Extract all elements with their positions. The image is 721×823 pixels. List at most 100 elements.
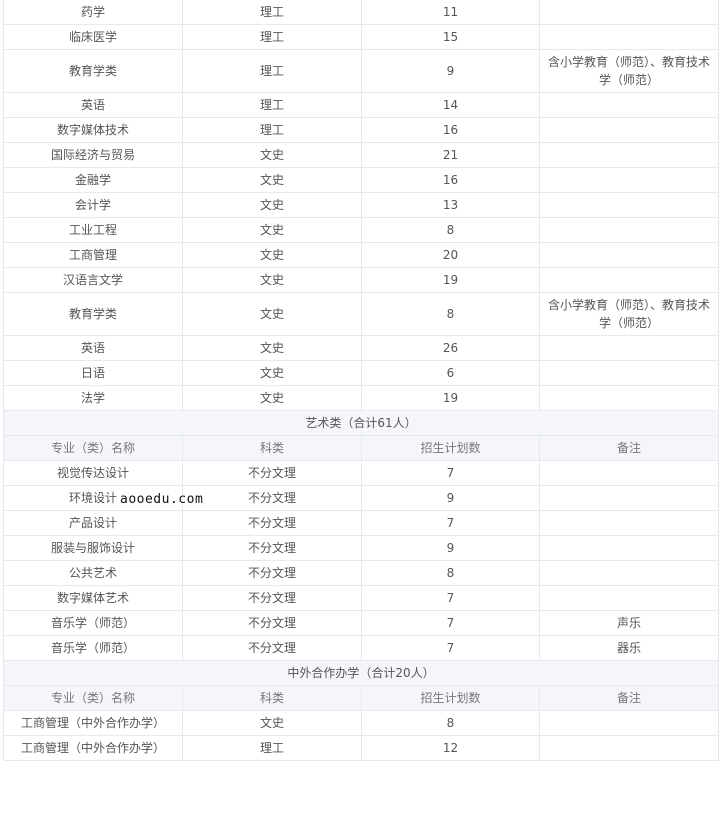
category-cell: 理工: [182, 92, 362, 118]
quota-cell: 12: [361, 735, 540, 761]
table-row: 音乐学（师范） 不分文理 7 声乐: [3, 610, 719, 636]
major-name-cell: 工商管理: [3, 242, 183, 268]
category-cell: 不分文理: [182, 485, 362, 511]
note-cell: 器乐: [539, 635, 719, 661]
category-cell: 文史: [182, 335, 362, 361]
category-cell: 不分文理: [182, 460, 362, 486]
table-row: 环境设计 不分文理 9: [3, 485, 719, 511]
column-header-note: 备注: [539, 435, 719, 461]
table-row: 会计学 文史 13: [3, 192, 719, 218]
quota-cell: 14: [361, 92, 540, 118]
quota-cell: 21: [361, 142, 540, 168]
table-row: 日语 文史 6: [3, 360, 719, 386]
note-cell: [539, 267, 719, 293]
category-cell: 不分文理: [182, 560, 362, 586]
note-cell: [539, 710, 719, 736]
category-cell: 文史: [182, 167, 362, 193]
quota-cell: 9: [361, 485, 540, 511]
table-row: 数字媒体技术 理工 16: [3, 117, 719, 143]
major-name-cell: 工业工程: [3, 217, 183, 243]
quota-cell: 13: [361, 192, 540, 218]
column-header-name: 专业（类）名称: [3, 435, 183, 461]
note-cell: [539, 735, 719, 761]
major-name-cell: 产品设计: [3, 510, 183, 536]
quota-cell: 9: [361, 49, 540, 93]
column-header-quota: 招生计划数: [361, 685, 540, 711]
category-cell: 文史: [182, 217, 362, 243]
category-cell: 文史: [182, 710, 362, 736]
note-cell: [539, 510, 719, 536]
table-row: 工商管理 文史 20: [3, 242, 719, 268]
category-cell: 理工: [182, 24, 362, 50]
column-header-category: 科类: [182, 435, 362, 461]
major-name-cell: 会计学: [3, 192, 183, 218]
table-row: 工业工程 文史 8: [3, 217, 719, 243]
quota-cell: 20: [361, 242, 540, 268]
note-cell: [539, 460, 719, 486]
coop-section-title: 中外合作办学（合计20人）: [3, 660, 719, 686]
quota-cell: 9: [361, 535, 540, 561]
major-name-cell: 日语: [3, 360, 183, 386]
table-row: 视觉传达设计 不分文理 7: [3, 460, 719, 486]
category-cell: 理工: [182, 0, 362, 25]
column-header-quota: 招生计划数: [361, 435, 540, 461]
major-name-cell: 英语: [3, 335, 183, 361]
column-header-row: 专业（类）名称 科类 招生计划数 备注: [3, 435, 719, 461]
major-name-cell: 英语: [3, 92, 183, 118]
category-cell: 文史: [182, 360, 362, 386]
major-name-cell: 临床医学: [3, 24, 183, 50]
table-row: 教育学类 理工 9 含小学教育（师范）、教育技术学（师范）: [3, 49, 719, 93]
section-title-row: 艺术类（合计61人）: [3, 410, 719, 436]
note-cell: [539, 142, 719, 168]
quota-cell: 8: [361, 560, 540, 586]
note-cell: [539, 167, 719, 193]
column-header-note: 备注: [539, 685, 719, 711]
note-cell: 含小学教育（师范）、教育技术学（师范）: [539, 49, 719, 93]
category-cell: 不分文理: [182, 510, 362, 536]
note-cell: [539, 192, 719, 218]
major-name-cell: 金融学: [3, 167, 183, 193]
watermark-text: aooedu.com: [120, 492, 204, 507]
major-name-cell: 工商管理（中外合作办学）: [3, 735, 183, 761]
major-name-cell: 公共艺术: [3, 560, 183, 586]
enrollment-plan-table: 药学 理工 11 临床医学 理工 15 教育学类 理工 9 含小学教育（师范）、…: [3, 0, 719, 761]
table-row: 音乐学（师范） 不分文理 7 器乐: [3, 635, 719, 661]
column-header-category: 科类: [182, 685, 362, 711]
quota-cell: 16: [361, 167, 540, 193]
category-cell: 不分文理: [182, 535, 362, 561]
note-cell: [539, 242, 719, 268]
note-cell: [539, 560, 719, 586]
major-name-cell: 服装与服饰设计: [3, 535, 183, 561]
table-row: 英语 文史 26: [3, 335, 719, 361]
note-cell: 声乐: [539, 610, 719, 636]
column-header-row: 专业（类）名称 科类 招生计划数 备注: [3, 685, 719, 711]
quota-cell: 8: [361, 710, 540, 736]
table-row: 产品设计 不分文理 7: [3, 510, 719, 536]
quota-cell: 8: [361, 292, 540, 336]
note-cell: [539, 92, 719, 118]
category-cell: 文史: [182, 142, 362, 168]
quota-cell: 8: [361, 217, 540, 243]
table-row: 法学 文史 19: [3, 385, 719, 411]
quota-cell: 7: [361, 510, 540, 536]
quota-cell: 26: [361, 335, 540, 361]
major-name-cell: 视觉传达设计: [3, 460, 183, 486]
table-row: 教育学类 文史 8 含小学教育（师范）、教育技术学（师范）: [3, 292, 719, 336]
note-cell: [539, 585, 719, 611]
note-cell: [539, 485, 719, 511]
category-cell: 理工: [182, 735, 362, 761]
quota-cell: 6: [361, 360, 540, 386]
major-name-cell: 数字媒体艺术: [3, 585, 183, 611]
table-row: 服装与服饰设计 不分文理 9: [3, 535, 719, 561]
table-row: 工商管理（中外合作办学） 理工 12: [3, 735, 719, 761]
note-cell: [539, 24, 719, 50]
quota-cell: 16: [361, 117, 540, 143]
major-name-cell: 音乐学（师范）: [3, 610, 183, 636]
major-name-cell: 数字媒体技术: [3, 117, 183, 143]
category-cell: 不分文理: [182, 585, 362, 611]
major-name-cell: 工商管理（中外合作办学）: [3, 710, 183, 736]
category-cell: 文史: [182, 192, 362, 218]
category-cell: 理工: [182, 117, 362, 143]
table-row: 英语 理工 14: [3, 92, 719, 118]
note-cell: [539, 535, 719, 561]
